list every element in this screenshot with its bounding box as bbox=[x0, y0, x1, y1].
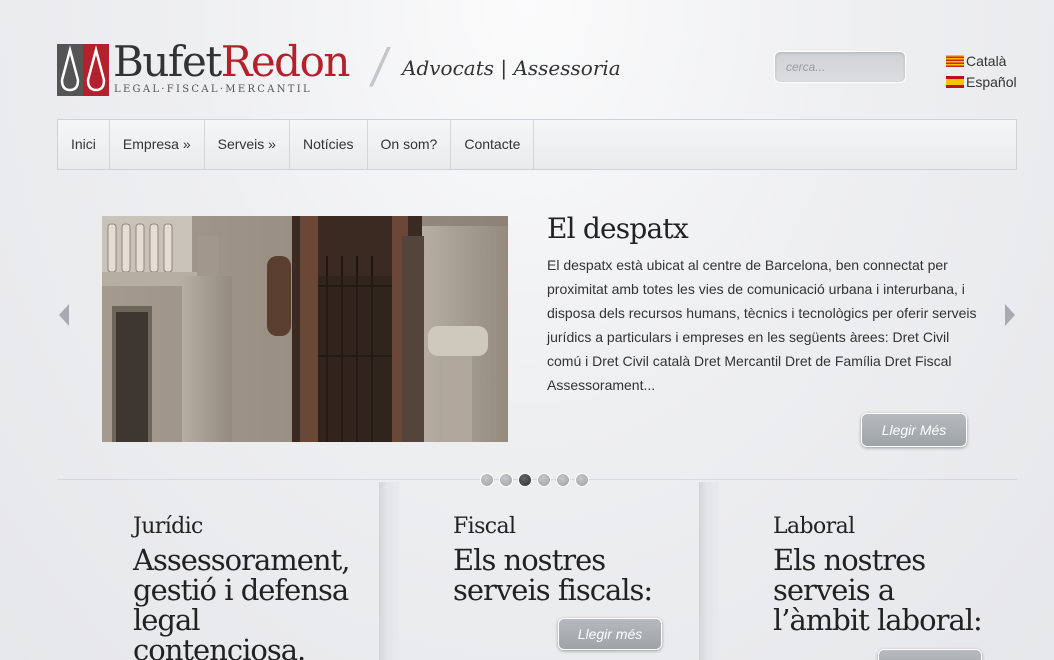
slide-text: El despatx està ubicat al centre de Barc… bbox=[547, 257, 977, 393]
column-label: Fiscal bbox=[453, 514, 516, 539]
search-input[interactable] bbox=[774, 51, 906, 83]
column-heading: Els nostres serveis a l’àmbit laboral: bbox=[773, 543, 983, 637]
column-label: Jurídic bbox=[133, 514, 203, 539]
nav-item-empresa[interactable]: Empresa » bbox=[110, 120, 205, 169]
read-more-button[interactable]: Llegir més bbox=[558, 618, 662, 650]
service-column-laboral: Laboral Els nostres serveis a l’àmbit la… bbox=[699, 482, 1017, 660]
nav-item-contacte[interactable]: Contacte bbox=[451, 120, 535, 169]
language-label: Español bbox=[966, 73, 1017, 90]
logo[interactable]: BufetRedon LEGAL·FISCAL·MERCANTIL bbox=[57, 38, 357, 98]
logo-mark-icon bbox=[57, 44, 109, 96]
column-heading: Els nostres serveis fiscals: bbox=[453, 543, 653, 607]
catalan-flag-icon bbox=[946, 54, 964, 67]
column-heading: Assessorament, gestió i defensa legal co… bbox=[133, 543, 350, 660]
nav-item-noticies[interactable]: Notícies bbox=[290, 120, 368, 169]
language-label: Català bbox=[966, 52, 1007, 69]
logo-name: BufetRedon bbox=[113, 37, 350, 86]
language-espanol[interactable]: Español bbox=[946, 71, 1017, 92]
building-facade-image bbox=[102, 216, 508, 442]
main-nav: Inici Empresa » Serveis » Notícies On so… bbox=[57, 119, 1017, 170]
service-column-juridic: Jurídic Assessorament, gestió i defensa … bbox=[57, 482, 379, 660]
next-arrow-icon[interactable] bbox=[1003, 303, 1017, 327]
language-catala[interactable]: Català bbox=[946, 50, 1017, 71]
nav-item-on-som[interactable]: On som? bbox=[368, 120, 452, 169]
column-label: Laboral bbox=[773, 514, 855, 539]
language-switcher: Català Español bbox=[946, 50, 1017, 92]
slide-image bbox=[102, 216, 508, 442]
nav-item-serveis[interactable]: Serveis » bbox=[205, 120, 290, 169]
service-column-fiscal: Fiscal Els nostres serveis fiscals: Lleg… bbox=[379, 482, 699, 660]
spanish-flag-icon bbox=[946, 75, 964, 88]
read-more-button[interactable]: Llegir més bbox=[878, 649, 982, 660]
divider-slash: / bbox=[368, 38, 393, 94]
logo-subtitle: LEGAL·FISCAL·MERCANTIL bbox=[114, 84, 312, 95]
slide-title: El despatx bbox=[547, 212, 689, 245]
read-more-button[interactable]: Llegir Més bbox=[861, 413, 967, 447]
prev-arrow-icon[interactable] bbox=[57, 303, 71, 327]
tagline: Advocats | Assessoria bbox=[402, 56, 621, 80]
nav-item-inici[interactable]: Inici bbox=[58, 120, 110, 169]
